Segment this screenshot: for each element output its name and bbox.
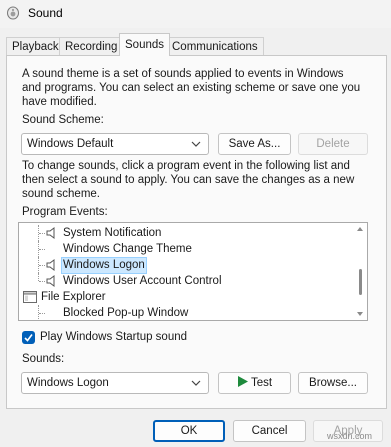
scroll-up-arrow-icon[interactable]	[357, 227, 363, 231]
speaker-icon	[46, 275, 55, 287]
event-blocked-popup-window[interactable]: Blocked Pop-up Window	[19, 305, 353, 320]
event-label: System Notification	[63, 227, 162, 239]
sound-file-dropdown[interactable]: Windows Logon	[21, 372, 209, 394]
tab-playback[interactable]: Playback	[6, 37, 65, 56]
intro-line-3: have modified.	[22, 96, 97, 108]
events-scrollbar[interactable]	[354, 223, 367, 320]
speaker-icon	[46, 259, 55, 271]
scroll-down-arrow-icon[interactable]	[357, 312, 363, 316]
instruction-line-3: sound scheme.	[22, 188, 100, 200]
test-button[interactable]: Test	[218, 372, 291, 394]
event-windows-logon[interactable]: Windows Logon	[19, 257, 353, 274]
ok-button[interactable]: OK	[153, 420, 225, 442]
instruction-line-1: To change sounds, click a program event …	[22, 160, 350, 172]
program-events-list[interactable]: System Notification Windows Change Theme…	[18, 222, 368, 321]
tab-recording[interactable]: Recording	[59, 37, 124, 56]
event-label: Windows Change Theme	[63, 243, 192, 255]
intro-line-1: A sound theme is a set of sounds applied…	[22, 68, 344, 80]
tree-line	[39, 313, 45, 314]
event-windows-user-account-control[interactable]: Windows User Account Control	[19, 273, 353, 289]
window-title: Sound	[28, 6, 63, 20]
startup-sound-checkbox[interactable]	[22, 331, 35, 344]
watermark: wsxdn.com	[327, 431, 373, 441]
scheme-value: Windows Default	[27, 138, 114, 150]
program-events-label: Program Events:	[22, 206, 108, 218]
intro-line-2: and programs. You can select an existing…	[22, 82, 361, 94]
event-label: File Explorer	[41, 291, 106, 303]
sounds-label: Sounds:	[22, 353, 65, 365]
event-group-file-explorer[interactable]: File Explorer	[19, 289, 353, 305]
event-label: Blocked Pop-up Window	[63, 307, 189, 319]
startup-sound-label[interactable]: Play Windows Startup sound	[40, 330, 187, 345]
tree-line	[39, 265, 45, 266]
instruction-line-2: then select a sound to apply. You can sa…	[22, 174, 355, 186]
tree-line	[39, 249, 45, 250]
tree-line	[39, 233, 45, 234]
test-button-label: Test	[250, 377, 273, 389]
tab-communications[interactable]: Communications	[166, 37, 264, 56]
delete-button[interactable]: Delete	[298, 133, 368, 155]
scheme-label: Sound Scheme:	[22, 114, 104, 126]
cancel-button[interactable]: Cancel	[233, 420, 306, 442]
chevron-down-icon	[191, 141, 201, 147]
save-as-button[interactable]: Save As...	[218, 133, 291, 155]
tree-line	[39, 281, 45, 282]
browse-button[interactable]: Browse...	[298, 372, 368, 394]
tab-strip: Playback Recording Sounds Communications	[0, 33, 391, 57]
speaker-icon	[46, 227, 55, 239]
explorer-window-icon	[23, 291, 37, 303]
sound-file-value: Windows Logon	[27, 377, 109, 389]
play-icon	[237, 376, 248, 387]
tab-sounds[interactable]: Sounds	[119, 33, 171, 56]
scheme-dropdown[interactable]: Windows Default	[21, 133, 209, 155]
tree-line	[38, 273, 39, 281]
checkmark-icon	[24, 334, 33, 342]
title-bar: Sound	[0, 0, 391, 28]
event-label: Windows Logon	[61, 257, 147, 274]
scroll-thumb[interactable]	[359, 269, 362, 295]
event-label: Windows User Account Control	[63, 275, 222, 287]
event-system-notification[interactable]: System Notification	[19, 225, 353, 241]
chevron-down-icon	[191, 380, 201, 386]
event-windows-change-theme[interactable]: Windows Change Theme	[19, 241, 353, 257]
speaker-app-icon	[7, 6, 19, 20]
